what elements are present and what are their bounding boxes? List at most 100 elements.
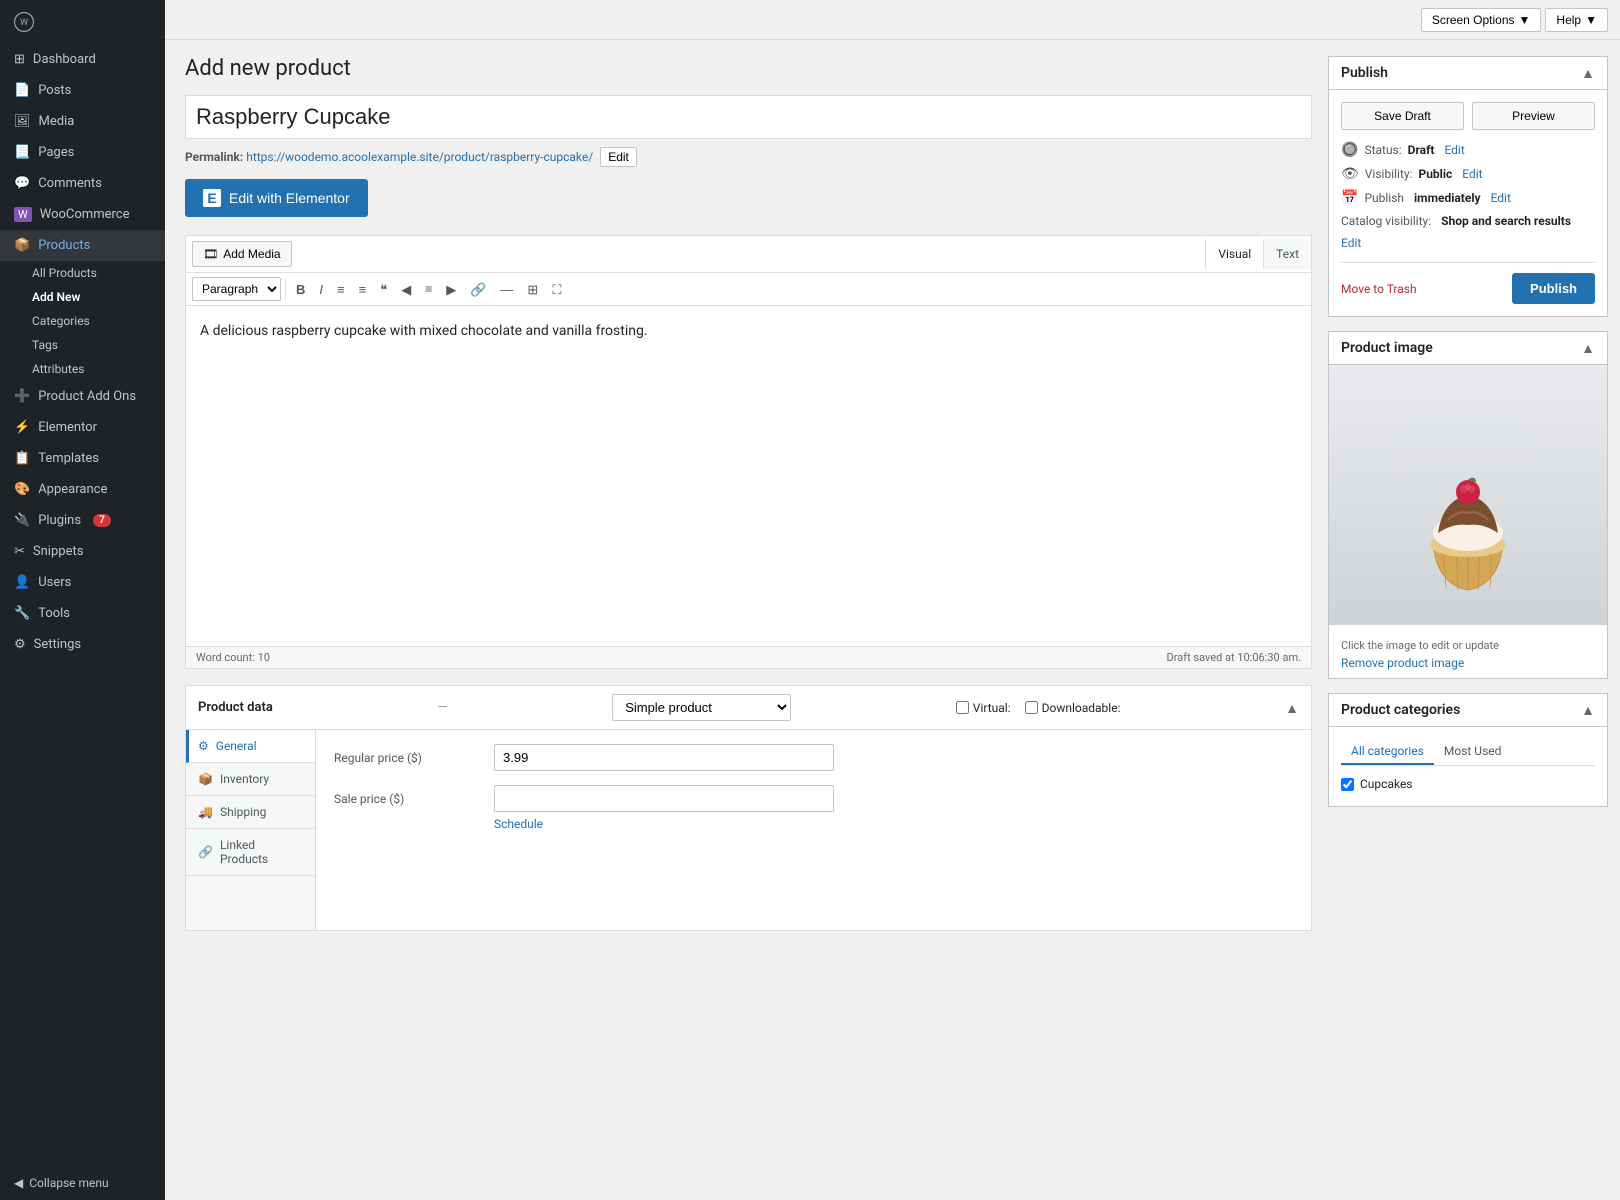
permalink-edit-button[interactable]: Edit xyxy=(600,147,637,167)
product-title-input[interactable] xyxy=(185,95,1312,139)
cat-tab-all-label: All categories xyxy=(1351,744,1424,758)
sidebar-item-woocommerce[interactable]: W WooCommerce xyxy=(0,199,165,230)
add-new-label: Add New xyxy=(32,290,80,304)
edit-with-elementor-button[interactable]: E Edit with Elementor xyxy=(185,179,368,217)
ordered-list-button[interactable]: ≡ xyxy=(353,279,373,300)
editor-body[interactable]: A delicious raspberry cupcake with mixed… xyxy=(186,306,1311,646)
sidebar-item-plugins[interactable]: 🔌 Plugins 7 xyxy=(0,505,165,536)
sidebar-item-templates[interactable]: 📋 Templates xyxy=(0,443,165,474)
sidebar-item-attributes[interactable]: Attributes xyxy=(32,357,165,381)
add-media-button[interactable]: 🎞 Add Media xyxy=(192,241,292,267)
page-title: Add new product xyxy=(185,56,1312,81)
sidebar-item-comments[interactable]: 💬 Comments xyxy=(0,168,165,199)
product-data-collapse-button[interactable]: ▲ xyxy=(1285,700,1299,716)
sidebar-item-elementor[interactable]: ⚡ Elementor xyxy=(0,412,165,443)
sidebar-item-label: Posts xyxy=(38,83,71,98)
catalog-edit-link[interactable]: Edit xyxy=(1341,236,1595,250)
move-to-trash-link[interactable]: Move to Trash xyxy=(1341,282,1417,296)
downloadable-checkbox[interactable] xyxy=(1025,701,1038,714)
remove-product-image-link[interactable]: Remove product image xyxy=(1341,656,1595,670)
sale-price-label: Sale price ($) xyxy=(334,792,494,806)
product-data-options: Virtual: Downloadable: xyxy=(956,701,1121,715)
publish-footer: Move to Trash Publish xyxy=(1341,262,1595,304)
product-image-header: Product image ▲ xyxy=(1329,332,1607,365)
sidebar-item-label: Dashboard xyxy=(33,52,96,67)
collapse-menu[interactable]: ◀ Collapse menu xyxy=(0,1166,165,1200)
hr-button[interactable]: — xyxy=(494,279,519,300)
schedule-link[interactable]: Schedule xyxy=(494,817,543,831)
table-button[interactable]: ⊞ xyxy=(521,279,544,300)
sidebar-item-snippets[interactable]: ✂ Snippets xyxy=(0,536,165,567)
product-categories-body: All categories Most Used Cupcakes xyxy=(1329,727,1607,806)
pd-tab-linked-products[interactable]: 🔗 Linked Products xyxy=(186,829,315,876)
tab-text[interactable]: Text xyxy=(1263,239,1311,269)
sidebar-item-products[interactable]: 📦 Products xyxy=(0,230,165,261)
publish-collapse-button[interactable]: ▲ xyxy=(1581,65,1595,81)
sidebar-item-tools[interactable]: 🔧 Tools xyxy=(0,598,165,629)
product-categories-collapse-button[interactable]: ▲ xyxy=(1581,702,1595,718)
fullscreen-button[interactable]: ⛶ xyxy=(546,279,567,300)
sidebar-item-add-new[interactable]: Add New xyxy=(32,285,165,309)
pd-tab-general[interactable]: ⚙ General xyxy=(186,730,315,763)
sidebar-item-posts[interactable]: 📄 Posts xyxy=(0,75,165,106)
publish-button[interactable]: Publish xyxy=(1512,273,1595,304)
product-image-body: Click the image to edit or update Remove… xyxy=(1329,365,1607,678)
cat-tab-all[interactable]: All categories xyxy=(1341,739,1434,765)
align-center-button[interactable]: ≡ xyxy=(419,279,438,299)
settings-icon: ⚙ xyxy=(14,637,26,652)
align-left-button[interactable]: ◀ xyxy=(395,279,417,300)
sidebar-item-settings[interactable]: ⚙ Settings xyxy=(0,629,165,660)
screen-options-chevron-icon: ▼ xyxy=(1519,13,1531,27)
status-edit-link[interactable]: Edit xyxy=(1444,143,1464,157)
pd-tab-inventory[interactable]: 📦 Inventory xyxy=(186,763,315,796)
elementor-btn-icon: E xyxy=(203,189,221,207)
bold-button[interactable]: B xyxy=(290,279,311,300)
save-draft-button[interactable]: Save Draft xyxy=(1341,102,1464,130)
blockquote-button[interactable]: ❝ xyxy=(374,279,393,300)
pd-tab-shipping[interactable]: 🚚 Shipping xyxy=(186,796,315,829)
product-image-metabox: Product image ▲ xyxy=(1328,331,1608,679)
sidebar-item-all-products[interactable]: All Products xyxy=(32,261,165,285)
downloadable-label[interactable]: Downloadable: xyxy=(1025,701,1121,715)
permalink-url[interactable]: https://woodemo.acoolexample.site/produc… xyxy=(246,150,593,164)
sale-price-input[interactable] xyxy=(494,785,834,812)
left-column: Add new product Permalink: https://woode… xyxy=(185,56,1312,931)
snippets-icon: ✂ xyxy=(14,544,25,559)
calendar-icon: 📅 xyxy=(1341,190,1358,206)
paragraph-select[interactable]: Paragraph xyxy=(192,277,281,301)
editor-tabs: 🎞 Add Media Visual Text xyxy=(186,236,1311,273)
virtual-checkbox[interactable] xyxy=(956,701,969,714)
sidebar-item-label: Tools xyxy=(38,606,70,621)
sidebar-item-label: Templates xyxy=(38,451,99,466)
sidebar-item-categories[interactable]: Categories xyxy=(32,309,165,333)
catalog-value: Shop and search results xyxy=(1441,214,1571,228)
align-right-button[interactable]: ▶ xyxy=(440,279,462,300)
product-image-area[interactable] xyxy=(1329,365,1607,625)
link-button[interactable]: 🔗 xyxy=(464,279,492,300)
tab-visual[interactable]: Visual xyxy=(1205,239,1263,269)
sidebar-item-media[interactable]: 🖼 Media xyxy=(0,106,165,137)
sidebar-item-dashboard[interactable]: ⊞ Dashboard xyxy=(0,44,165,75)
publish-time-edit-link[interactable]: Edit xyxy=(1491,191,1511,205)
product-image-collapse-button[interactable]: ▲ xyxy=(1581,340,1595,356)
unordered-list-button[interactable]: ≡ xyxy=(331,279,351,300)
preview-button[interactable]: Preview xyxy=(1472,102,1595,130)
cat-tab-most-used[interactable]: Most Used xyxy=(1434,739,1512,765)
product-type-select[interactable]: Simple product Variable product Grouped … xyxy=(612,694,791,721)
sidebar-item-product-add-ons[interactable]: ➕ Product Add Ons xyxy=(0,381,165,412)
cat-checkbox-cupcakes[interactable] xyxy=(1341,778,1354,791)
sidebar-item-pages[interactable]: 📃 Pages xyxy=(0,137,165,168)
downloadable-label-text: Downloadable: xyxy=(1042,701,1121,715)
italic-button[interactable]: I xyxy=(313,279,329,300)
virtual-label[interactable]: Virtual: xyxy=(956,701,1011,715)
sidebar-item-appearance[interactable]: 🎨 Appearance xyxy=(0,474,165,505)
product-image-meta: Click the image to edit or update Remove… xyxy=(1329,625,1607,678)
sidebar-item-users[interactable]: 👤 Users xyxy=(0,567,165,598)
screen-options-button[interactable]: Screen Options ▼ xyxy=(1421,8,1542,32)
regular-price-input[interactable] xyxy=(494,744,834,771)
product-data-label: Product data xyxy=(198,700,273,715)
help-button[interactable]: Help ▼ xyxy=(1545,8,1608,32)
sidebar-item-tags[interactable]: Tags xyxy=(32,333,165,357)
visibility-edit-link[interactable]: Edit xyxy=(1462,167,1482,181)
publish-time-row: 📅 Publish immediately Edit xyxy=(1341,190,1595,206)
